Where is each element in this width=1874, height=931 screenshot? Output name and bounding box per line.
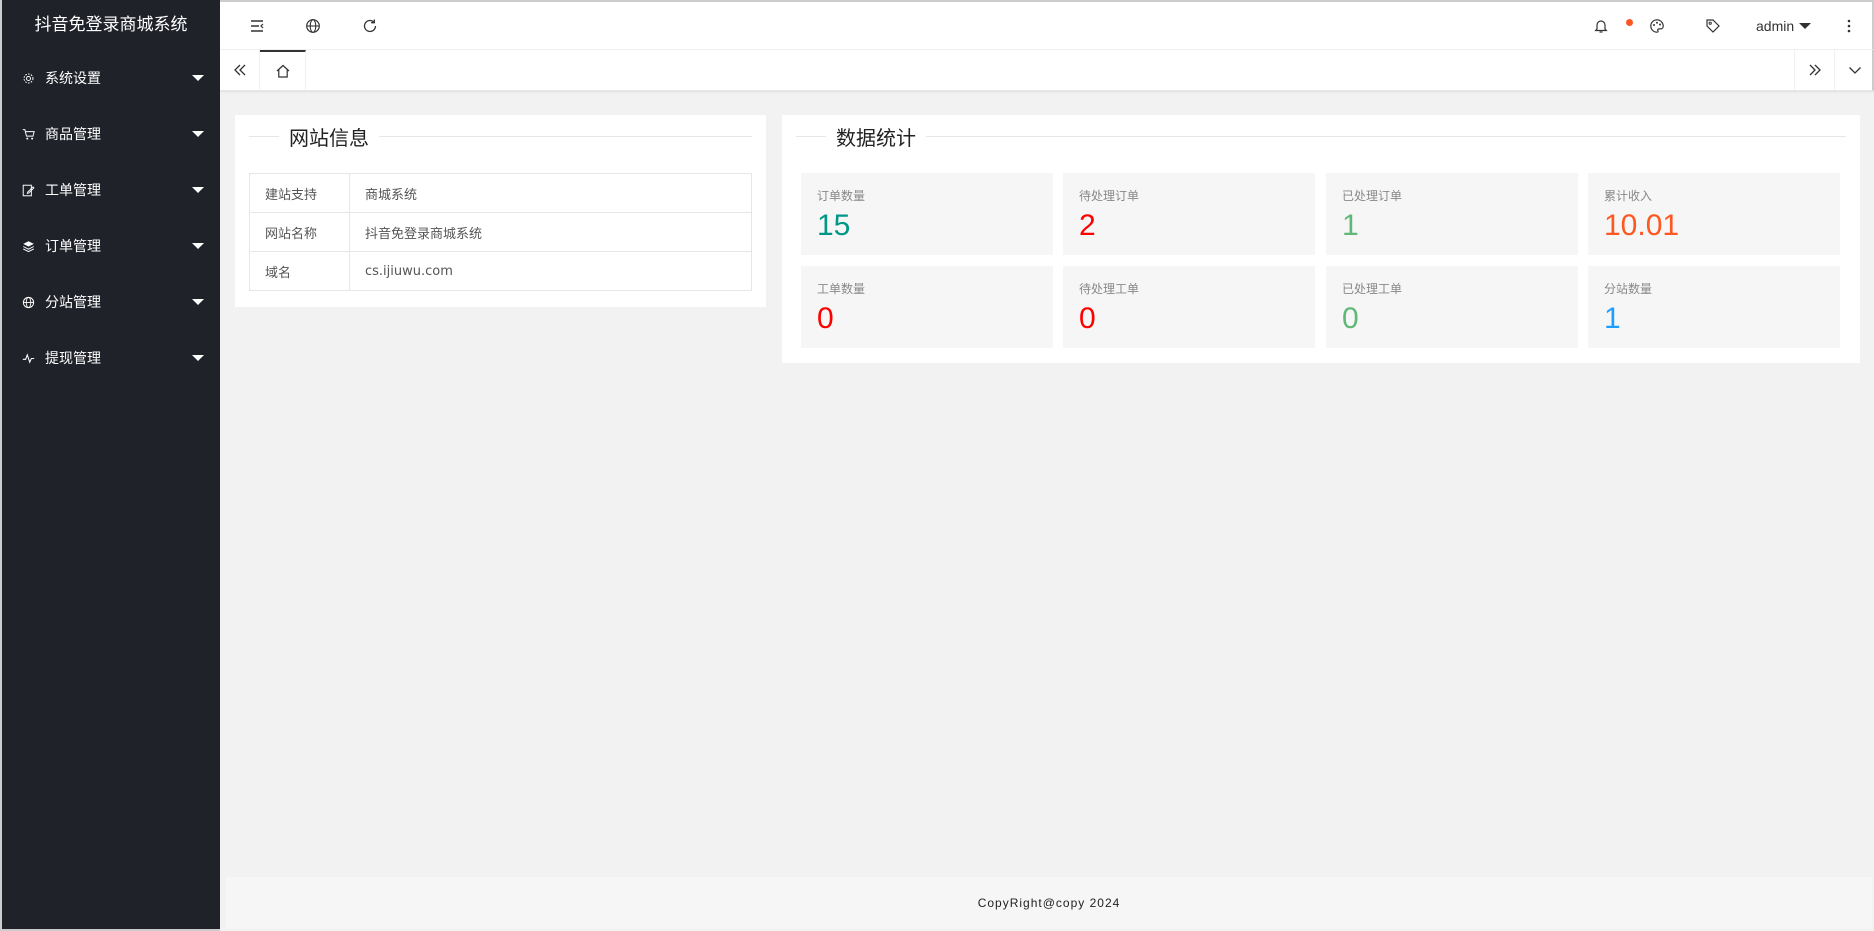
divider — [926, 135, 1846, 137]
palette-icon — [1650, 19, 1664, 33]
stat-value: 1 — [1342, 209, 1359, 242]
caret-down-icon — [192, 131, 204, 137]
stat-value: 15 — [817, 209, 851, 242]
theme-button[interactable] — [1632, 2, 1682, 50]
double-left-icon — [233, 64, 245, 76]
caret-down-icon — [192, 187, 204, 193]
stat-order-count: 订单数量 15 — [801, 173, 1053, 255]
refresh-button[interactable] — [345, 2, 395, 50]
site-button[interactable] — [288, 2, 338, 50]
sidebar-item-orders[interactable]: 订单管理 — [2, 218, 220, 274]
tab-home[interactable] — [260, 50, 306, 90]
tab-menu-button[interactable] — [1834, 50, 1874, 90]
table-row: 建站支持 商城系统 — [249, 173, 752, 213]
app-logo-title: 抖音免登录商城系统 — [34, 15, 188, 35]
top-header: admin — [220, 0, 1874, 50]
sidebar-item-label: 工单管理 — [45, 183, 101, 199]
bell-icon — [1594, 20, 1608, 33]
sidebar-item-label: 提现管理 — [45, 351, 101, 367]
tab-scroll-right-button[interactable] — [1794, 50, 1834, 90]
stat-label: 已处理工单 — [1342, 282, 1403, 296]
table-key: 网站名称 — [249, 212, 350, 252]
stat-label: 待处理工单 — [1079, 282, 1140, 296]
stat-value: 2 — [1079, 209, 1096, 242]
caret-down-icon — [192, 355, 204, 361]
stat-total-income: 累计收入 10.01 — [1588, 173, 1840, 255]
notification-button[interactable] — [1576, 2, 1626, 50]
divider — [249, 135, 279, 137]
caret-down-icon — [192, 75, 204, 81]
stat-processed-orders: 已处理订单 1 — [1326, 173, 1578, 255]
chevron-down-icon — [1848, 67, 1861, 74]
stat-pending-orders: 待处理订单 2 — [1063, 173, 1315, 255]
table-value: cs.ijiuwu.com — [349, 251, 752, 291]
tag-button[interactable] — [1688, 2, 1738, 50]
table-value: 抖音免登录商城系统 — [349, 212, 752, 252]
sidebar-item-system-settings[interactable]: 系统设置 — [2, 50, 220, 106]
table-row: 网站名称 抖音免登录商城系统 — [249, 212, 752, 252]
card-title: 网站信息 — [235, 115, 766, 157]
sidebar-item-substations[interactable]: 分站管理 — [2, 274, 220, 330]
stat-ticket-count: 工单数量 0 — [801, 266, 1053, 348]
more-vertical-icon — [1847, 19, 1851, 33]
menu-fold-icon — [251, 20, 264, 32]
site-info-table: 建站支持 商城系统 网站名称 抖音免登录商城系统 域名 cs.ijiuwu.co… — [249, 173, 752, 291]
tab-bar — [220, 50, 1874, 91]
sidebar-item-label: 分站管理 — [45, 295, 101, 311]
sidebar-item-label: 商品管理 — [45, 127, 101, 143]
stat-label: 已处理订单 — [1342, 189, 1403, 203]
divider — [379, 135, 752, 137]
globe-icon — [20, 294, 36, 310]
more-button[interactable] — [1824, 2, 1874, 50]
stat-substation-count: 分站数量 1 — [1588, 266, 1840, 348]
stat-value: 0 — [817, 302, 834, 335]
site-info-card: 网站信息 建站支持 商城系统 网站名称 抖音免登录商城系统 域名 cs.ijiu… — [235, 115, 766, 307]
globe-icon — [306, 19, 320, 33]
username: admin — [1756, 18, 1795, 34]
site-info-title: 网站信息 — [289, 125, 369, 150]
stat-value: 1 — [1604, 302, 1621, 335]
refresh-icon — [363, 19, 377, 33]
tab-scroll-left-button[interactable] — [220, 50, 260, 90]
stats-title: 数据统计 — [836, 125, 916, 150]
divider — [796, 135, 826, 137]
cart-icon — [20, 126, 36, 142]
footer: CopyRight@copy 2024 — [226, 877, 1872, 929]
stat-label: 订单数量 — [817, 189, 866, 203]
copyright-text: CopyRight@copy 2024 — [977, 896, 1121, 910]
stat-value: 0 — [1079, 302, 1096, 335]
gear-icon — [20, 70, 36, 86]
stat-label: 累计收入 — [1604, 189, 1653, 203]
sidebar-item-label: 订单管理 — [45, 239, 101, 255]
home-icon — [276, 64, 289, 78]
caret-down-icon — [192, 299, 204, 305]
menu-toggle-button[interactable] — [232, 2, 282, 50]
pulse-icon — [20, 350, 36, 366]
table-value: 商城系统 — [349, 173, 752, 213]
stat-label: 分站数量 — [1604, 282, 1653, 296]
sidebar: 抖音免登录商城系统 系统设置 商品管理 工单管理 订单管理 分站管理 提现管理 — [0, 0, 220, 931]
stat-value: 10.01 — [1604, 209, 1680, 242]
table-row: 域名 cs.ijiuwu.com — [249, 251, 752, 291]
stat-processed-tickets: 已处理工单 0 — [1326, 266, 1578, 348]
stat-value: 0 — [1342, 302, 1359, 335]
double-right-icon — [1809, 64, 1821, 76]
caret-down-icon — [192, 243, 204, 249]
stat-pending-tickets: 待处理工单 0 — [1063, 266, 1315, 348]
layers-icon — [20, 238, 36, 254]
table-key: 建站支持 — [249, 173, 350, 213]
user-menu[interactable]: admin — [1756, 2, 1812, 50]
edit-icon — [20, 182, 36, 198]
sidebar-item-tickets[interactable]: 工单管理 — [2, 162, 220, 218]
stat-label: 待处理订单 — [1079, 189, 1140, 203]
card-title: 数据统计 — [782, 115, 1860, 157]
sidebar-item-withdrawals[interactable]: 提现管理 — [2, 330, 220, 386]
table-key: 域名 — [249, 251, 350, 291]
caret-down-icon — [1799, 23, 1812, 29]
stats-card: 数据统计 订单数量 15 待处理订单 2 已处理订单 1 累计收入 10.01 … — [782, 115, 1860, 363]
sidebar-item-label: 系统设置 — [45, 71, 101, 87]
stat-label: 工单数量 — [817, 282, 866, 296]
tag-icon — [1706, 19, 1720, 33]
sidebar-item-products[interactable]: 商品管理 — [2, 106, 220, 162]
